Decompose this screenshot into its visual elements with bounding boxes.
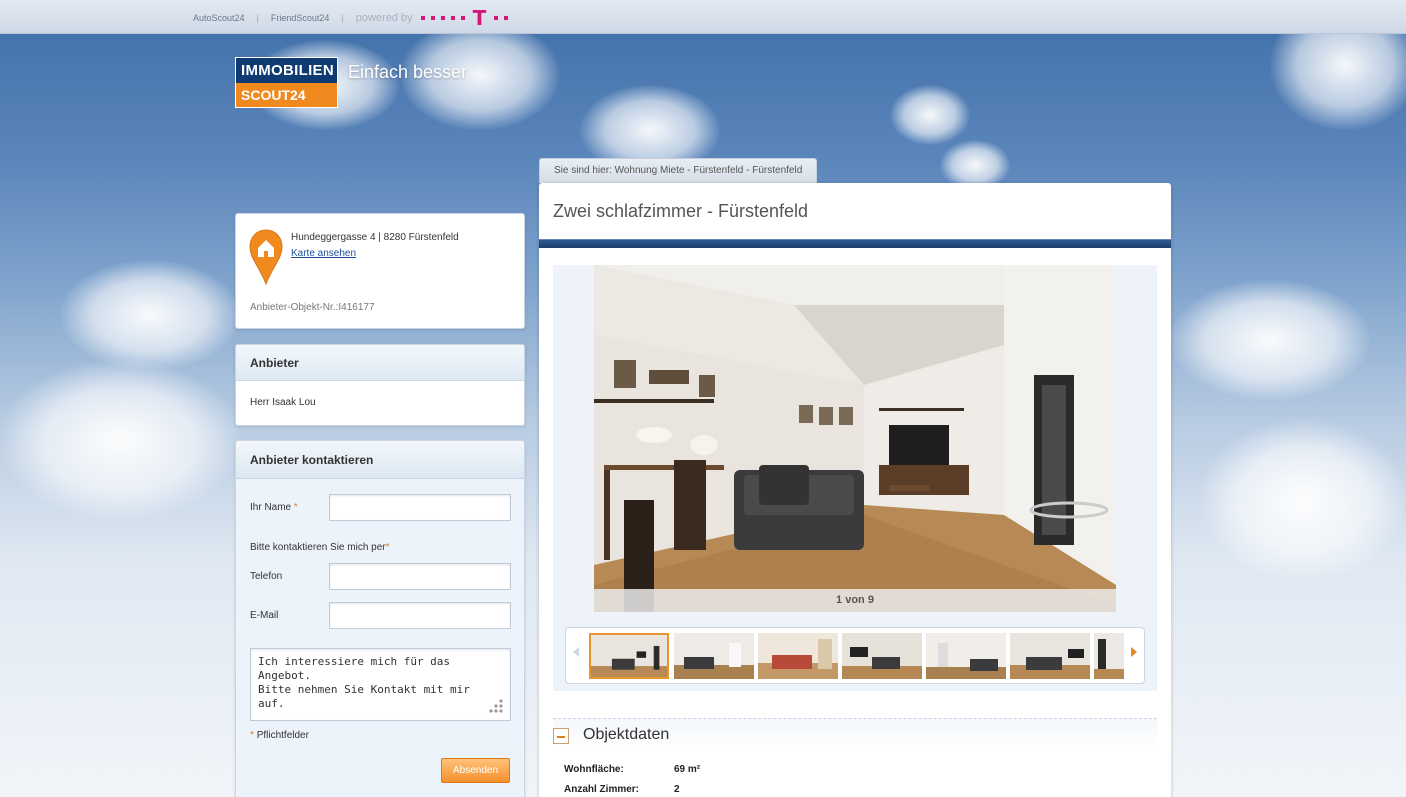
email-label: E-Mail [250,610,279,621]
logo-top-text: IMMOBILIEN [235,57,338,83]
detail-value: 2 [674,784,680,795]
location-panel: Hundeggergasse 4 | 8280 Fürstenfeld Kart… [235,213,525,329]
provider-panel: Anbieter Herr Isaak Lou [235,344,525,426]
thumbnail-1[interactable] [589,633,669,679]
provider-name: Herr Isaak Lou [250,397,316,408]
phone-input[interactable] [329,563,511,590]
divider: | [256,13,259,23]
thumbnail-2[interactable] [674,633,754,679]
name-label: Ihr Name * [250,502,298,513]
thumbnail-7[interactable] [1094,633,1124,679]
immobilienscout-logo[interactable]: IMMOBILIEN SCOUT24 [235,57,338,108]
message-textarea[interactable] [250,648,511,721]
map-pin-house-icon [249,229,283,286]
detail-key: Anzahl Zimmer: [564,784,640,795]
powered-by-text: powered by [355,12,413,24]
previous-arrow-icon[interactable] [573,647,579,657]
submit-button[interactable]: Absenden [441,758,510,783]
required-note: * Pflichtfelder [250,730,309,741]
autoscout-link[interactable]: AutoScout24 [193,13,245,23]
email-input[interactable] [329,602,511,629]
friendscout-link[interactable]: FriendScout24 [271,13,330,23]
detail-value: 69 m² [674,764,701,775]
main-photo[interactable] [594,265,1116,612]
next-arrow-icon[interactable] [1131,647,1137,657]
listing-panel: Zwei schlafzimmer - Fürstenfeld 1 von 9 … [539,183,1171,797]
photo-gallery: 1 von 9 [553,265,1157,691]
telekom-logo: T [420,8,515,28]
title-divider [539,239,1171,248]
show-map-link[interactable]: Karte ansehen [291,248,356,259]
phone-label: Telefon [250,571,283,582]
name-input[interactable] [329,494,511,521]
slogan: Einfach besser [348,62,468,82]
thumbnail-6[interactable] [1010,633,1090,679]
resize-grip-icon[interactable] [486,696,504,714]
logo-bottom-text: SCOUT24 [235,83,338,108]
thumbnail-4[interactable] [842,633,922,679]
contact-panel: Anbieter kontaktieren Ihr Name * Bitte k… [235,440,525,797]
address-text: Hundeggergasse 4 | 8280 Fürstenfeld [291,232,459,243]
object-number: Anbieter-Objekt-Nr.:I416177 [250,302,375,313]
object-data-heading: Objektdaten [583,726,670,743]
partner-links: AutoScout24 | FriendScout24 | powered by… [193,8,515,28]
photo-counter: 1 von 9 [594,589,1116,612]
contact-method-label: Bitte kontaktieren Sie mich per* [250,542,390,553]
provider-heading: Anbieter [236,345,524,381]
divider: | [341,13,344,23]
contact-heading: Anbieter kontaktieren [236,441,524,479]
breadcrumb: Sie sind hier: Wohnung Miete - Fürstenfe… [539,158,818,183]
collapse-minus-icon[interactable] [553,728,569,744]
object-data-section: Objektdaten [553,718,1157,752]
thumbnail-strip [565,627,1145,684]
listing-title: Zwei schlafzimmer - Fürstenfeld [553,201,809,221]
top-bar: AutoScout24 | FriendScout24 | powered by… [0,0,1406,34]
thumbnail-3[interactable] [758,633,838,679]
detail-key: Wohnfläche: [564,764,624,775]
thumbnail-5[interactable] [926,633,1006,679]
